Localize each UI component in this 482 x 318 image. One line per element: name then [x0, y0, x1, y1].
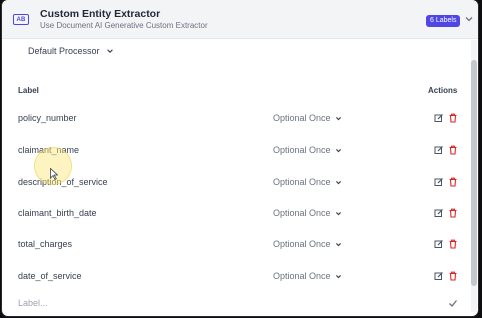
trash-icon[interactable]: [448, 113, 458, 123]
row-label: total_charges: [18, 239, 73, 249]
occurrence-value: Optional Once: [273, 271, 331, 281]
occurrence-value: Optional Once: [273, 145, 331, 155]
table-row: claimant_birth_date Optional Once: [2, 199, 470, 229]
chevron-down-icon: [106, 49, 113, 53]
extractor-panel: AB Custom Entity Extractor Use Document …: [2, 0, 478, 316]
trash-icon[interactable]: [448, 271, 458, 281]
edit-icon[interactable]: [434, 271, 444, 281]
edit-icon[interactable]: [434, 145, 444, 155]
new-label-input[interactable]: Label...: [18, 298, 48, 308]
labels-count-badge: 6 Labels: [426, 15, 461, 27]
chevron-down-icon: [335, 242, 341, 246]
occurrence-select[interactable]: Optional Once: [273, 239, 342, 249]
row-label: date_of_service: [18, 271, 82, 281]
extractor-title: Custom Entity Extractor: [40, 8, 161, 20]
trash-icon[interactable]: [448, 208, 458, 218]
occurrence-select[interactable]: Optional Once: [273, 208, 342, 218]
table-row: date_of_service Optional Once: [2, 262, 470, 292]
occurrence-select[interactable]: Optional Once: [273, 177, 342, 187]
extractor-subtitle: Use Document AI Generative Custom Extrac…: [40, 21, 208, 30]
processor-select-value: Default Processor: [28, 46, 100, 56]
chevron-down-icon: [335, 180, 341, 184]
occurrence-select[interactable]: Optional Once: [273, 271, 342, 281]
table-row: description_of_service Optional Once: [2, 168, 470, 198]
occurrence-value: Optional Once: [273, 113, 331, 123]
occurrence-select[interactable]: Optional Once: [273, 145, 342, 155]
label-column-header: Label: [18, 86, 39, 95]
occurrence-value: Optional Once: [273, 177, 331, 187]
chevron-down-icon: [335, 116, 341, 120]
chevron-down-icon: [335, 148, 341, 152]
actions-column-header: Actions: [428, 86, 458, 95]
edit-icon[interactable]: [434, 239, 444, 249]
checkmark-icon[interactable]: [448, 298, 458, 308]
row-label: claimant_birth_date: [18, 208, 97, 218]
table-row: policy_number Optional Once: [2, 104, 470, 134]
edit-icon[interactable]: [434, 177, 444, 187]
scrollbar-thumb[interactable]: [471, 60, 477, 286]
processor-select[interactable]: Default Processor: [28, 46, 114, 56]
edit-icon[interactable]: [434, 208, 444, 218]
mouse-cursor-icon: [50, 168, 58, 180]
trash-icon[interactable]: [448, 239, 458, 249]
table-row: claimant_name Optional Once: [2, 136, 470, 166]
table-row: total_charges Optional Once: [2, 230, 470, 260]
extractor-icon: AB: [13, 14, 29, 25]
chevron-down-icon: [335, 211, 341, 215]
trash-icon[interactable]: [448, 145, 458, 155]
extractor-header[interactable]: AB Custom Entity Extractor Use Document …: [2, 0, 478, 39]
row-label: policy_number: [18, 113, 77, 123]
occurrence-value: Optional Once: [273, 208, 331, 218]
occurrence-value: Optional Once: [273, 239, 331, 249]
occurrence-select[interactable]: Optional Once: [273, 113, 342, 123]
collapse-chevron-icon[interactable]: [464, 14, 474, 24]
trash-icon[interactable]: [448, 177, 458, 187]
chevron-down-icon: [335, 274, 341, 278]
edit-icon[interactable]: [434, 113, 444, 123]
